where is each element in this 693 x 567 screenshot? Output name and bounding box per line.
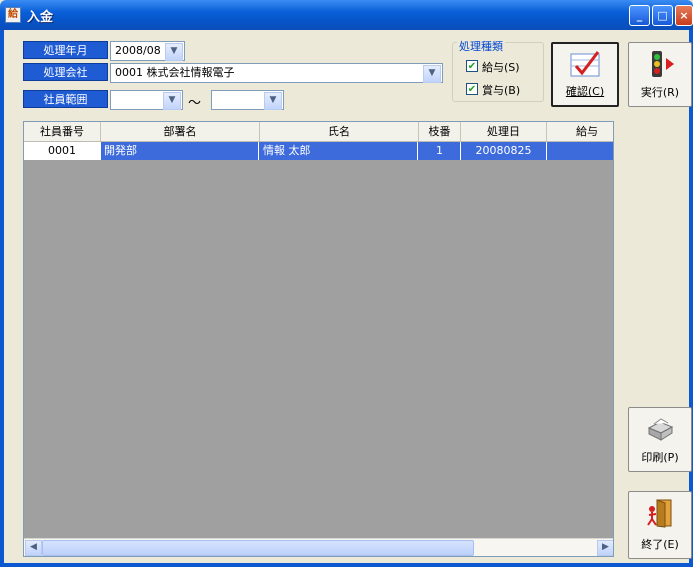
horizontal-scrollbar[interactable]: ◀ ▶: [24, 538, 613, 556]
checkmark-icon: [570, 51, 600, 77]
execute-button[interactable]: 実行(R): [628, 42, 692, 107]
printer-icon: [647, 418, 674, 441]
period-label: 処理年月: [23, 41, 108, 59]
exit-label: 終了(E): [641, 538, 679, 551]
print-label: 印刷(P): [641, 451, 679, 464]
chevron-down-icon[interactable]: ▼: [163, 92, 181, 110]
bonus-label[interactable]: 賞与(B): [482, 82, 520, 98]
data-grid[interactable]: 社員番号 部署名 氏名 枝番 処理日 給与 0001 開発部 情報 太郎 1 2…: [23, 121, 614, 557]
company-label: 処理会社: [23, 63, 108, 81]
cell-process-date[interactable]: 20080825: [461, 142, 547, 160]
window-frame-left: [0, 30, 4, 567]
scroll-left-icon[interactable]: ◀: [25, 540, 42, 556]
salary-label[interactable]: 給与(S): [482, 59, 520, 75]
grid-header: 社員番号 部署名 氏名 枝番 処理日 給与: [24, 122, 613, 142]
exit-button[interactable]: 終了(E): [628, 491, 692, 559]
table-row[interactable]: 0001 開発部 情報 太郎 1 20080825: [24, 142, 613, 160]
window-frame-bottom: [0, 563, 693, 567]
confirm-label: 確認(C): [565, 85, 605, 98]
exit-door-icon: [647, 499, 672, 528]
title-bar[interactable]: [0, 0, 693, 30]
print-button[interactable]: 印刷(P): [628, 407, 692, 472]
scroll-right-icon[interactable]: ▶: [597, 540, 613, 556]
column-header[interactable]: 処理日: [461, 122, 547, 141]
company-value: 0001 株式会社情報電子: [115, 66, 235, 79]
column-header[interactable]: 部署名: [101, 122, 260, 141]
column-header[interactable]: 枝番: [419, 122, 461, 141]
window-title: 入金: [27, 10, 54, 25]
bonus-checkbox[interactable]: ✔: [466, 83, 478, 95]
minimize-button[interactable]: _: [629, 5, 650, 26]
salary-checkbox[interactable]: ✔: [466, 60, 478, 72]
chevron-down-icon[interactable]: ▼: [264, 92, 282, 110]
cell-name[interactable]: 情報 太郎: [260, 142, 418, 160]
range-to-select[interactable]: ▼: [211, 90, 284, 110]
scroll-thumb[interactable]: [42, 540, 474, 556]
maximize-button[interactable]: □: [652, 5, 673, 26]
range-from-select[interactable]: ▼: [110, 90, 183, 110]
close-button[interactable]: ×: [675, 5, 693, 26]
column-header[interactable]: 給与: [547, 122, 613, 141]
traffic-light-icon: [652, 51, 674, 77]
chevron-down-icon[interactable]: ▼: [423, 65, 441, 83]
range-label: 社員範囲: [23, 90, 108, 108]
app-icon: 給: [5, 7, 21, 23]
period-select[interactable]: 2008/08 ▼: [110, 41, 185, 61]
cell-department[interactable]: 開発部: [101, 142, 259, 160]
cell-salary[interactable]: [547, 142, 613, 160]
cell-branch-no[interactable]: 1: [419, 142, 461, 160]
cell-employee-no[interactable]: 0001: [24, 142, 101, 160]
process-type-title: 処理種類: [457, 38, 505, 54]
company-select[interactable]: 0001 株式会社情報電子 ▼: [110, 63, 443, 83]
range-separator: ～: [188, 96, 202, 111]
column-header[interactable]: 氏名: [260, 122, 419, 141]
window-frame-right: [689, 30, 693, 567]
confirm-button[interactable]: 確認(C): [551, 42, 619, 107]
execute-label: 実行(R): [640, 86, 680, 99]
column-header[interactable]: 社員番号: [24, 122, 101, 141]
period-value: 2008/08: [115, 44, 161, 57]
chevron-down-icon[interactable]: ▼: [165, 43, 183, 61]
